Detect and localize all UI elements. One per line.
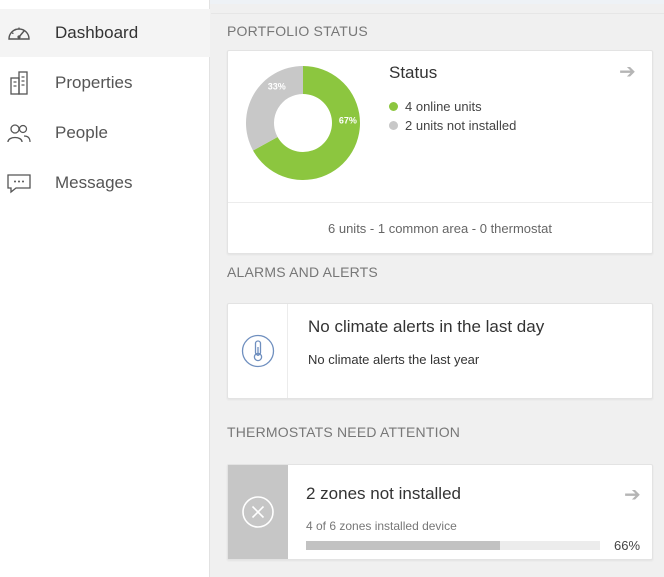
units-summary: 6 units - 1 common area - 0 thermostat — [328, 221, 552, 236]
portfolio-section-title: PORTFOLIO STATUS — [227, 23, 368, 39]
alarms-subtitle: No climate alerts the last year — [308, 352, 480, 367]
thermostats-section-title: THERMOSTATS NEED ATTENTION — [227, 424, 461, 440]
divider — [211, 13, 664, 14]
sidebar-item-properties[interactable]: Properties — [0, 59, 210, 107]
thermostats-subtitle: 4 of 6 zones installed device — [306, 519, 457, 533]
donut-slice-not-installed — [246, 66, 303, 151]
card-divider — [228, 202, 652, 203]
legend-dot-online — [389, 102, 398, 111]
donut-label-online: 67% — [339, 116, 357, 126]
sidebar: Dashboard Properties People Messages — [0, 0, 210, 577]
donut-label-not-installed: 33% — [268, 81, 286, 91]
sidebar-item-label: People — [55, 123, 108, 142]
sidebar-item-people[interactable]: People — [0, 109, 210, 157]
alarms-icon-column — [228, 304, 288, 398]
main-content: PORTFOLIO STATUS 67% 33% Status ➔ 4 onli… — [211, 0, 664, 577]
install-progress-bar — [306, 541, 600, 550]
alarms-section-title: ALARMS AND ALERTS — [227, 264, 378, 280]
buildings-icon — [5, 70, 33, 96]
people-icon — [5, 120, 33, 146]
install-progress-label: 66% — [614, 538, 641, 553]
alarms-title: No climate alerts in the last day — [308, 317, 545, 336]
portfolio-status-card: 67% 33% Status ➔ 4 online units 2 units … — [227, 50, 653, 254]
thermostats-title: 2 zones not installed — [306, 484, 461, 503]
thermostats-card: 2 zones not installed ➔ 4 of 6 zones ins… — [227, 464, 653, 560]
sidebar-item-messages[interactable]: Messages — [0, 159, 210, 207]
status-card-title: Status — [389, 63, 438, 82]
sidebar-item-label: Properties — [55, 73, 133, 92]
thermostats-icon-column — [228, 465, 288, 559]
legend-item-online: 4 online units — [389, 99, 482, 114]
chat-icon — [5, 170, 33, 196]
arrow-right-icon[interactable]: ➔ — [619, 59, 636, 84]
sidebar-item-label: Dashboard — [55, 23, 139, 42]
install-progress-fill — [306, 541, 501, 550]
legend-label: 2 units not installed — [405, 118, 517, 133]
speedometer-icon — [5, 20, 33, 46]
legend-item-not-installed: 2 units not installed — [389, 118, 516, 133]
legend-label: 4 online units — [405, 99, 482, 114]
thermometer-icon — [241, 334, 274, 368]
alarms-card: No climate alerts in the last day No cli… — [227, 303, 653, 399]
status-donut-chart: 67% 33% — [246, 66, 360, 180]
close-circle-icon — [242, 496, 274, 528]
legend-dot-not-installed — [389, 121, 398, 130]
sidebar-item-dashboard[interactable]: Dashboard — [0, 9, 210, 57]
sidebar-item-label: Messages — [55, 173, 133, 192]
arrow-right-icon[interactable]: ➔ — [624, 482, 641, 507]
